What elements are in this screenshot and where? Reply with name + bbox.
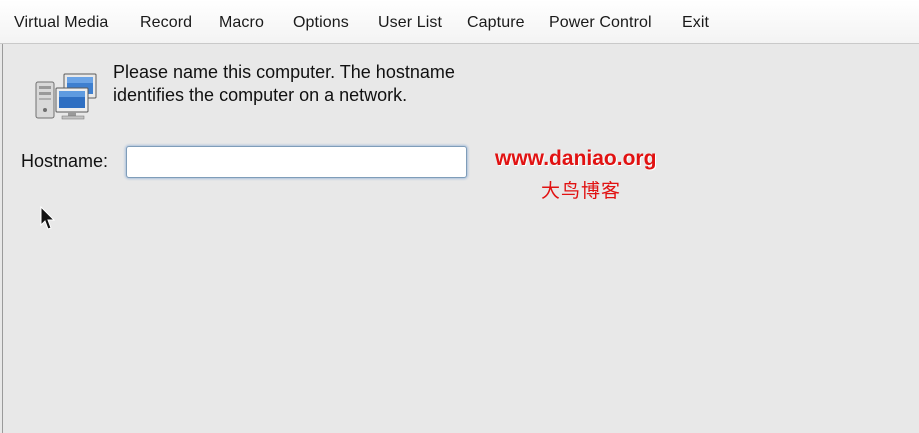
menu-options[interactable]: Options [293, 14, 349, 32]
menu-user-list[interactable]: User List [378, 14, 442, 32]
menu-virtual-media[interactable]: Virtual Media [14, 14, 108, 32]
watermark-url: www.daniao.org [495, 147, 657, 170]
hostname-label: Hostname: [21, 151, 109, 171]
menu-capture[interactable]: Capture [467, 14, 525, 32]
menu-exit[interactable]: Exit [682, 14, 709, 32]
watermark-chinese-text: 大鸟博客 [541, 180, 622, 202]
menu-power-control[interactable]: Power Control [549, 14, 652, 32]
mouse-pointer-icon [40, 205, 56, 232]
menu-record[interactable]: Record [140, 14, 192, 32]
hostname-input[interactable] [126, 146, 467, 178]
network-computers-icon [34, 72, 102, 122]
menu-bar: Virtual Media Record Macro Options User … [0, 0, 919, 44]
instruction-text: Please name this computer. The hostname … [113, 62, 455, 105]
menu-macro[interactable]: Macro [219, 14, 264, 32]
